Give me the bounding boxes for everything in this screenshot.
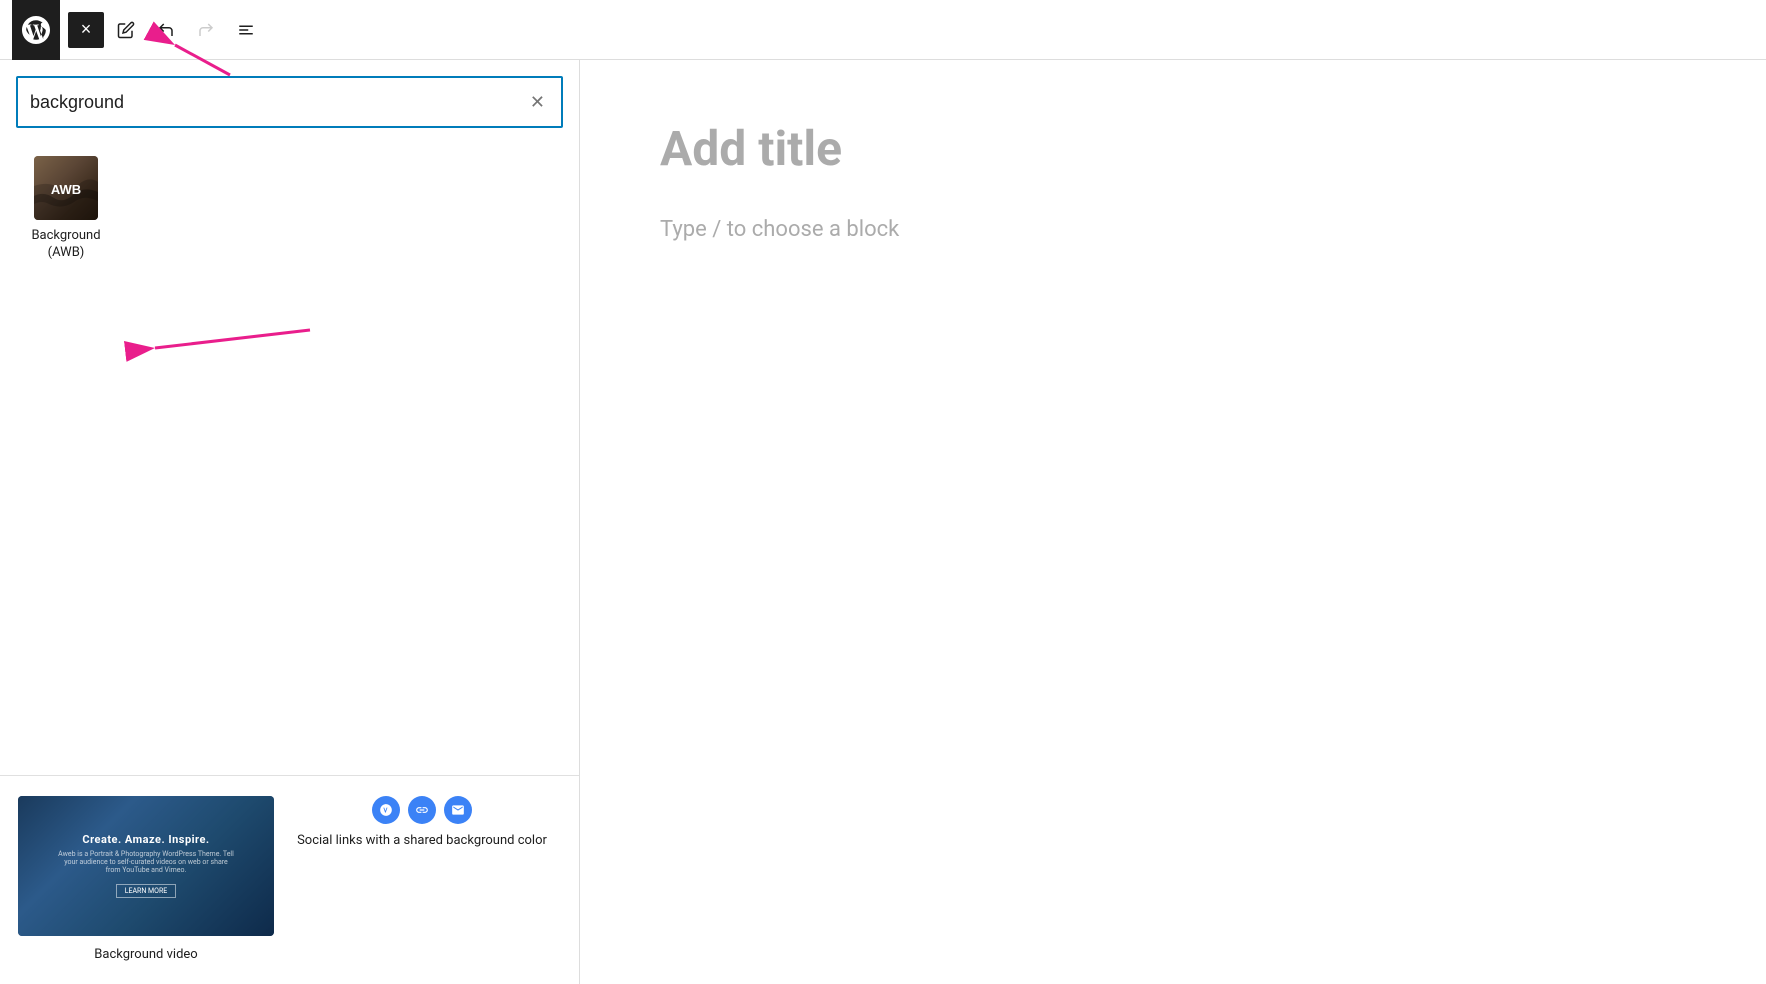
pattern-item-background-video[interactable]: Create. Amaze. Inspire. Aweb is a Portra…: [16, 796, 276, 964]
redo-icon: [197, 21, 215, 39]
edit-button[interactable]: [108, 12, 144, 48]
pattern-item-social-links[interactable]: Social links with a shared background co…: [292, 796, 552, 964]
search-clear-button[interactable]: ✕: [526, 88, 549, 117]
editor-title[interactable]: Add title: [660, 120, 1686, 177]
toolbar: ×: [0, 0, 1766, 60]
menu-button[interactable]: [228, 12, 264, 48]
clear-icon: ✕: [530, 92, 545, 112]
pattern-preview-bg-inner: Create. Amaze. Inspire. Aweb is a Portra…: [18, 796, 274, 936]
pattern-preview-sub: Aweb is a Portrait & Photography WordPre…: [56, 850, 236, 874]
pattern-social-icons: [372, 796, 472, 824]
right-panel: Add title Type / to choose a block: [580, 60, 1766, 984]
block-awb-label: Background (AWB): [24, 228, 108, 262]
undo-icon: [157, 21, 175, 39]
editor-content-placeholder[interactable]: Type / to choose a block: [660, 217, 1686, 242]
left-panel: ✕: [0, 60, 580, 984]
patterns-section: Create. Amaze. Inspire. Aweb is a Portra…: [0, 776, 579, 984]
block-item-awb[interactable]: AWB Background (AWB): [16, 148, 116, 270]
main-content: ✕: [0, 60, 1766, 984]
search-box: ✕: [16, 76, 563, 128]
block-icon-awb: AWB: [34, 156, 98, 220]
close-button[interactable]: ×: [68, 12, 104, 48]
svg-text:AWB: AWB: [51, 182, 81, 197]
search-input[interactable]: [30, 92, 526, 113]
search-container: ✕: [0, 60, 579, 128]
pattern-mail-icon: [444, 796, 472, 824]
pattern-social-links-label: Social links with a shared background co…: [297, 832, 547, 850]
pattern-preview-cta: LEARN MORE: [116, 884, 177, 898]
undo-button[interactable]: [148, 12, 184, 48]
pattern-wp-icon: [372, 796, 400, 824]
pattern-link-icon: [408, 796, 436, 824]
pattern-preview-title: Create. Amaze. Inspire.: [82, 833, 209, 846]
wp-logo[interactable]: [12, 0, 60, 60]
blocks-section: AWB Background (AWB): [0, 128, 579, 775]
pattern-preview-bg-video: Create. Amaze. Inspire. Aweb is a Portra…: [18, 796, 274, 936]
pattern-grid: Create. Amaze. Inspire. Aweb is a Portra…: [16, 796, 563, 964]
close-icon: ×: [81, 19, 92, 40]
pattern-bg-video-label: Background video: [94, 946, 197, 964]
redo-button[interactable]: [188, 12, 224, 48]
hamburger-icon: [237, 21, 255, 39]
pencil-icon: [117, 21, 135, 39]
